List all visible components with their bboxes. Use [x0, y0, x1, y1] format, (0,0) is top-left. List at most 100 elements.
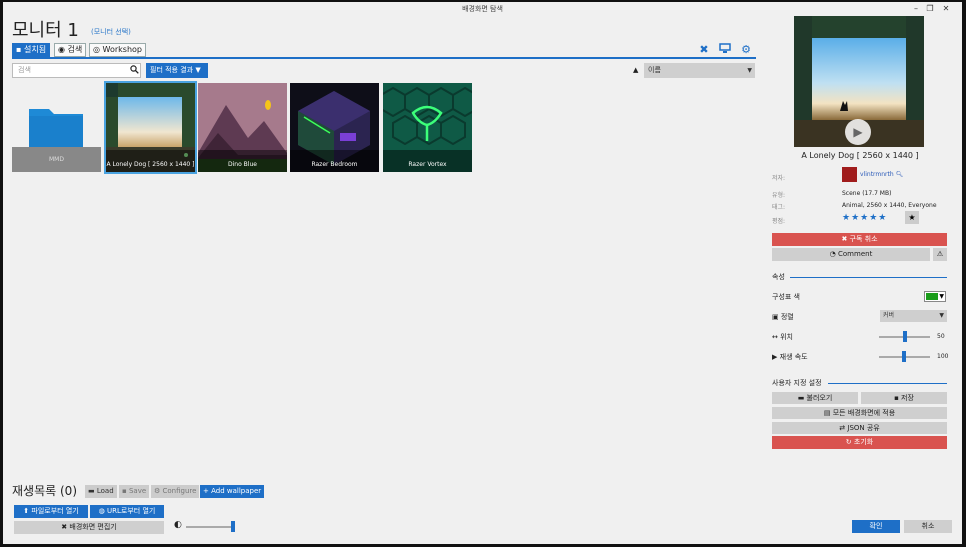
- playlist-save-button[interactable]: ▪ Save: [119, 485, 150, 498]
- wallpaper-editor-button[interactable]: ✖ 배경화면 편집기: [14, 521, 164, 534]
- wallpaper-browser-window: 배경화면 탐색 – ❐ ✕ 모니터 1 (모니터 선택) ▪ 설치됨 ◉ 검색 …: [3, 2, 962, 544]
- wallpaper-title: A Lonely Dog [ 2560 x 1440 ]: [801, 151, 919, 160]
- scheme-color-picker[interactable]: ▼: [924, 291, 946, 302]
- sort-direction-icon[interactable]: ▲: [633, 66, 638, 74]
- window-title: 배경화면 탐색: [462, 5, 503, 13]
- type-value: Scene (17.7 MB): [842, 190, 892, 197]
- speed-value: 100: [937, 353, 949, 360]
- wallpaper-preview[interactable]: ▶: [794, 16, 924, 147]
- warning-icon[interactable]: ⚠: [933, 248, 947, 261]
- search-icon[interactable]: [130, 65, 139, 76]
- close-icon: ✖: [841, 235, 848, 243]
- align-text: 정렬: [780, 313, 794, 321]
- wallpaper-card-razer-bedroom[interactable]: Razer Bedroom: [290, 83, 379, 172]
- add-wallpaper-button[interactable]: + Add wallpaper: [200, 485, 265, 498]
- wallpaper-folder-mmd[interactable]: MMD: [12, 83, 101, 172]
- section-divider: [828, 383, 947, 384]
- button-label: 구독 취소: [849, 235, 878, 243]
- funnel-icon: ▼: [195, 66, 201, 74]
- author-link[interactable]: vlintrmnrth 🔍︎: [860, 171, 903, 178]
- button-label: 배경화면 편집기: [69, 523, 117, 531]
- button-label: 불러오기: [806, 394, 833, 402]
- playlist-configure-button[interactable]: ⚙ Configure: [151, 485, 200, 498]
- section-divider: [790, 277, 947, 278]
- steam-icon: ◎: [93, 45, 100, 54]
- tab-label: 검색: [67, 45, 83, 54]
- avatar[interactable]: [842, 167, 857, 182]
- button-label: Configure: [162, 487, 197, 495]
- monitor-title: 모니터 1: [12, 20, 79, 41]
- maximize-button[interactable]: ❐: [924, 3, 936, 14]
- star-icon[interactable]: ★: [905, 211, 919, 224]
- display-icon[interactable]: [718, 43, 732, 57]
- brightness-slider[interactable]: [186, 526, 234, 528]
- save-icon: ▪: [122, 487, 127, 495]
- card-label: Dino Blue: [198, 150, 287, 172]
- tab-installed[interactable]: ▪ 설치됨: [12, 43, 51, 57]
- card-label: MMD: [12, 147, 101, 172]
- filter-button[interactable]: 필터 적용 결과 ▼: [146, 63, 208, 78]
- gear-icon[interactable]: ⚙: [739, 43, 753, 57]
- minimize-button[interactable]: –: [910, 3, 922, 14]
- globe-icon: ◍: [98, 507, 105, 515]
- filter-label: 필터 적용 결과: [150, 66, 194, 74]
- sort-value: 이름: [648, 66, 661, 74]
- refresh-icon: ↻: [845, 438, 852, 446]
- card-label: A Lonely Dog [ 2560 x 1440 ]: [106, 150, 195, 172]
- ok-button[interactable]: 확인: [852, 520, 900, 533]
- card-label: Razer Bedroom: [290, 150, 379, 172]
- brightness-slider-thumb[interactable]: [231, 521, 235, 532]
- wallpaper-card-razer-vortex[interactable]: Razer Vortex: [383, 83, 472, 172]
- apply-all-button[interactable]: ▤ 모든 배경화면에 적용: [772, 407, 947, 419]
- playlist-load-button[interactable]: ▬ Load: [85, 485, 117, 498]
- wallpaper-card-lonely-dog[interactable]: A Lonely Dog [ 2560 x 1440 ]: [104, 81, 197, 174]
- position-value: 50: [937, 333, 945, 340]
- tab-underline: [12, 57, 756, 59]
- tags-label: 태그:: [772, 204, 786, 211]
- button-label: Save: [128, 487, 147, 495]
- button-label: 파일로부터 열기: [31, 507, 79, 515]
- close-button[interactable]: ✕: [940, 3, 952, 14]
- tab-label: Workshop: [102, 45, 142, 54]
- preset-load-button[interactable]: ▬ 불러오기: [772, 392, 858, 404]
- image-icon: ▣: [772, 313, 779, 321]
- search-input[interactable]: 검색: [12, 63, 141, 78]
- gear-icon: ⚙: [154, 487, 161, 495]
- cancel-button[interactable]: 취소: [904, 520, 952, 533]
- button-label: 저장: [901, 394, 914, 402]
- reset-button[interactable]: ↻ 초기화: [772, 436, 947, 449]
- align-value: 커버: [883, 312, 895, 319]
- tools-icon[interactable]: ✖: [697, 43, 711, 57]
- card-label: Razer Vortex: [383, 150, 472, 172]
- compass-icon: ◉: [58, 45, 65, 54]
- folder-open-icon: ▬: [797, 394, 805, 402]
- speed-slider-thumb[interactable]: [902, 351, 906, 362]
- align-select[interactable]: 커버 ▼: [880, 310, 947, 322]
- align-label: ▣ 정렬: [772, 312, 794, 322]
- unsubscribe-button[interactable]: ✖ 구독 취소: [772, 233, 947, 246]
- open-from-url-button[interactable]: ◍ URL로부터 열기: [90, 505, 164, 518]
- playlist-title-text: 재생목록: [12, 484, 57, 498]
- preset-save-button[interactable]: ▪ 저장: [861, 392, 947, 404]
- tab-workshop[interactable]: ◎ Workshop: [89, 43, 146, 57]
- sort-select[interactable]: 이름 ▼: [644, 63, 755, 78]
- speed-label: ▶ 재생 속도: [772, 352, 808, 362]
- json-share-button[interactable]: ⇄ JSON 공유: [772, 422, 947, 434]
- share-icon: ⇄: [839, 424, 846, 432]
- playlist-title: 재생목록 (0): [12, 482, 77, 499]
- save-icon: ▪: [894, 394, 899, 402]
- details-panel: ▶ A Lonely Dog [ 2560 x 1440 ] 저자: vlint…: [765, 16, 962, 544]
- select-monitor-link[interactable]: (모니터 선택): [91, 27, 131, 37]
- play-icon[interactable]: ▶: [845, 119, 871, 145]
- position-slider-thumb[interactable]: [903, 331, 907, 342]
- button-label: Comment: [838, 250, 873, 258]
- comment-icon: ◔: [829, 250, 836, 258]
- open-from-file-button[interactable]: ⬆ 파일로부터 열기: [14, 505, 88, 518]
- plus-icon: +: [203, 487, 209, 495]
- author-label: 저자:: [772, 175, 786, 182]
- wallpaper-card-dino-blue[interactable]: Dino Blue: [198, 83, 287, 172]
- tab-discover[interactable]: ◉ 검색: [54, 43, 87, 57]
- play-icon: ▶: [772, 353, 778, 361]
- chevron-down-icon: ▼: [939, 293, 944, 300]
- comment-button[interactable]: ◔ Comment: [772, 248, 930, 261]
